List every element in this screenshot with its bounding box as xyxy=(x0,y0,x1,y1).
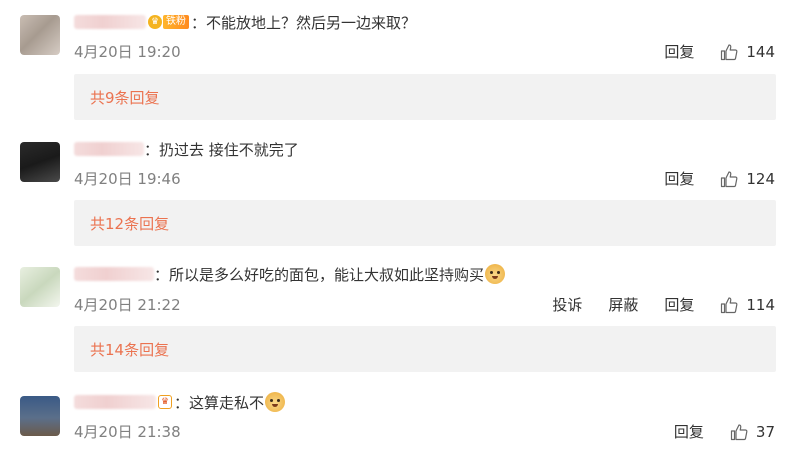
thumbs-up-icon xyxy=(730,423,748,440)
view-replies-link[interactable]: 共14条回复 xyxy=(90,339,169,360)
replies-panel: 共9条回复 xyxy=(74,74,776,120)
avatar[interactable] xyxy=(20,142,60,182)
like-button[interactable]: 114 xyxy=(720,296,775,314)
like-count: 37 xyxy=(755,422,775,441)
report-button[interactable]: 投诉 xyxy=(552,294,582,315)
username-redacted[interactable] xyxy=(74,15,146,29)
doge-emoji xyxy=(485,264,506,284)
comment-date: 4月20日 21:38 xyxy=(74,423,181,441)
username-redacted[interactable] xyxy=(74,267,154,281)
crown-badge-icon: ♛ xyxy=(148,15,162,29)
username-redacted[interactable] xyxy=(74,142,144,156)
like-button[interactable]: 37 xyxy=(730,423,775,441)
thumbs-up-icon xyxy=(721,296,738,313)
thumbs-up-icon xyxy=(721,43,738,60)
reply-button[interactable]: 回复 xyxy=(674,421,704,442)
doge-emoji xyxy=(265,392,286,412)
avatar[interactable] xyxy=(20,396,60,436)
like-button[interactable]: 124 xyxy=(720,170,775,188)
thumbs-up-icon xyxy=(721,170,738,187)
block-button[interactable]: 屏蔽 xyxy=(608,294,638,315)
comment-text: ：扔过去 接住不就完了 xyxy=(144,140,299,159)
comment-date: 4月20日 21:22 xyxy=(74,296,181,314)
username-redacted[interactable] xyxy=(74,395,156,409)
replies-panel: 共14条回复 xyxy=(74,326,776,372)
view-replies-link[interactable]: 共9条回复 xyxy=(90,87,160,108)
reply-button[interactable]: 回复 xyxy=(664,294,694,315)
avatar[interactable] xyxy=(20,15,60,55)
fan-badge: 铁粉 xyxy=(163,15,189,29)
member-badge-icon: ♛ xyxy=(158,395,172,409)
avatar[interactable] xyxy=(20,267,60,307)
reply-button[interactable]: 回复 xyxy=(664,41,694,62)
replies-panel: 共12条回复 xyxy=(74,200,776,246)
like-button[interactable]: 144 xyxy=(720,43,775,61)
comment-text: ：不能放地上？然后另一边来取？ xyxy=(191,13,417,32)
comment-date: 4月20日 19:46 xyxy=(74,170,181,188)
comment-text: ：所以是多么好吃的面包，能让大叔如此坚持购买 xyxy=(154,265,485,284)
reply-button[interactable]: 回复 xyxy=(664,168,694,189)
comment-text: ：这算走私不 xyxy=(174,393,265,412)
like-count: 124 xyxy=(746,169,775,188)
like-count: 114 xyxy=(746,295,775,314)
like-count: 144 xyxy=(746,42,775,61)
comment-date: 4月20日 19:20 xyxy=(74,43,181,61)
view-replies-link[interactable]: 共12条回复 xyxy=(90,213,169,234)
